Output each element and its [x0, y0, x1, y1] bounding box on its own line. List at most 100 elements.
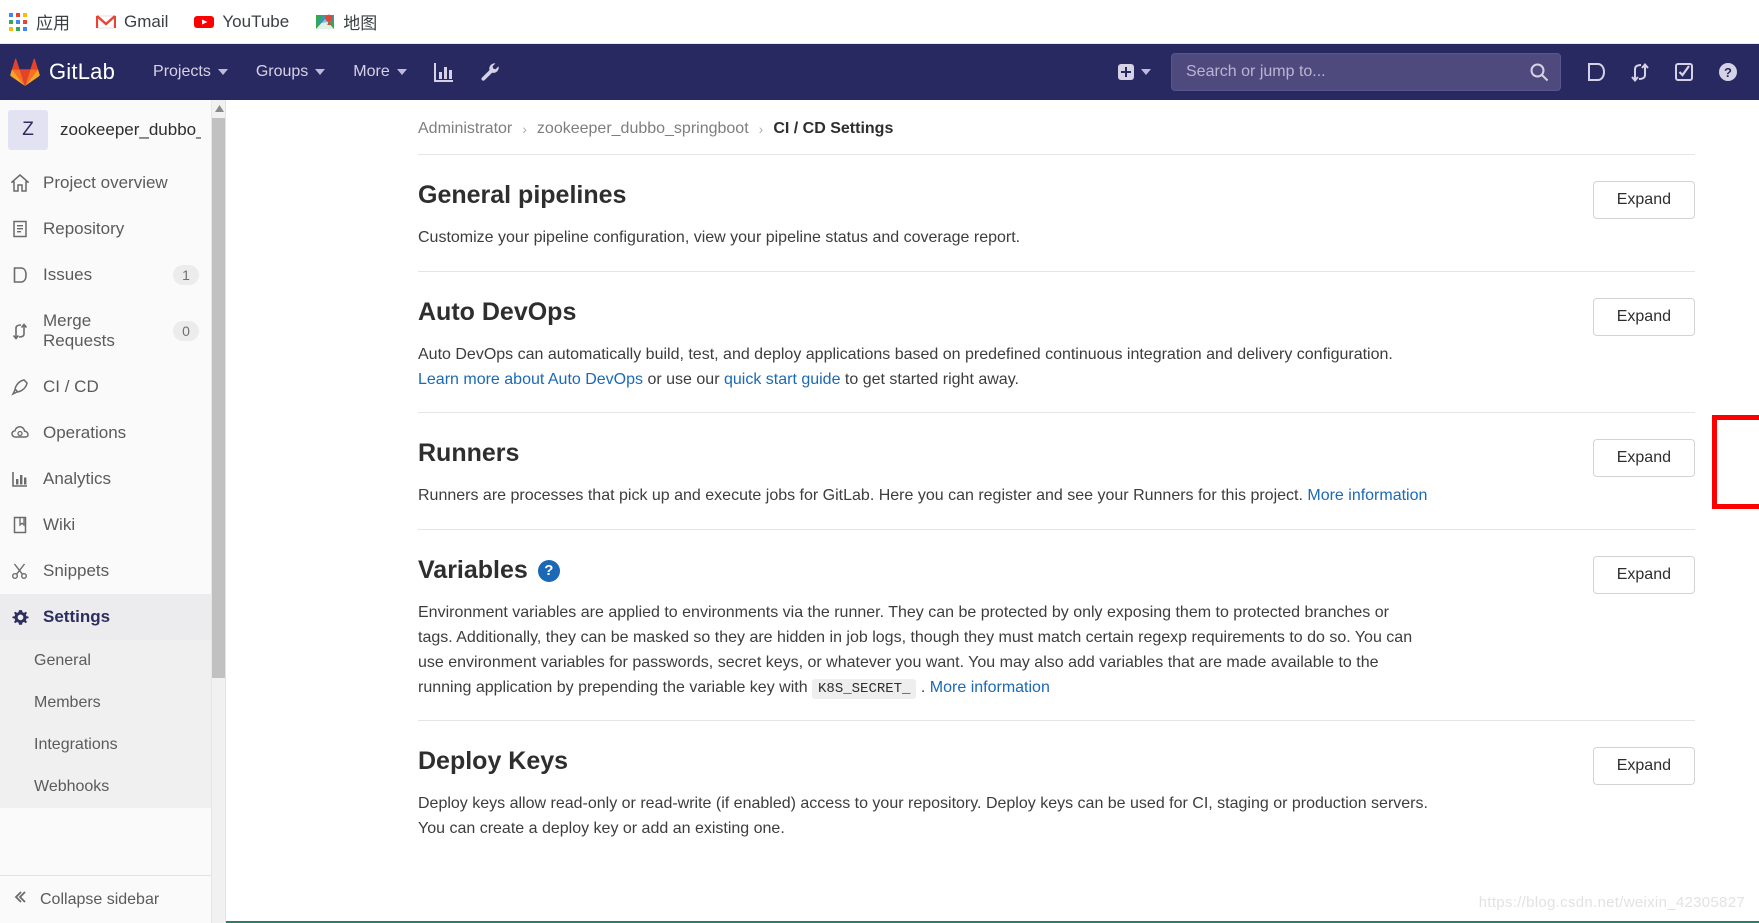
- breadcrumb: Administrator › zookeeper_dubbo_springbo…: [418, 100, 1695, 155]
- breadcrumb-item-administrator[interactable]: Administrator: [418, 120, 512, 138]
- bookmark-maps[interactable]: 地图: [315, 9, 377, 34]
- rocket-icon: [10, 378, 30, 396]
- nav-more-label: More: [353, 63, 390, 80]
- auto-devops-expand-button[interactable]: Expand: [1592, 297, 1695, 336]
- variables-expand-button[interactable]: Expand: [1592, 556, 1695, 595]
- search-input[interactable]: [1171, 53, 1561, 91]
- section-description: Customize your pipeline configuration, v…: [418, 226, 1428, 251]
- nav-more[interactable]: More: [341, 55, 418, 89]
- home-icon: [10, 174, 30, 192]
- sidebar-item-snippets[interactable]: Snippets: [0, 548, 211, 594]
- runners-expand-button[interactable]: Expand: [1592, 439, 1695, 478]
- sidebar-item-wiki[interactable]: Wiki: [0, 502, 211, 548]
- merge-requests-icon: [10, 322, 30, 340]
- gear-icon: [10, 608, 30, 627]
- bookmark-gmail[interactable]: Gmail: [96, 12, 168, 32]
- variables-more-information-link[interactable]: More information: [930, 679, 1050, 696]
- section-title: Variables ?: [418, 556, 1695, 585]
- chevron-down-icon: [1141, 69, 1151, 75]
- sidebar-project-header[interactable]: Z zookeeper_dubbo_sp...: [0, 100, 211, 160]
- breadcrumb-separator-icon: ›: [522, 121, 527, 137]
- sidebar-item-label: Wiki: [43, 515, 76, 534]
- chevron-down-icon: [315, 69, 326, 75]
- analytics-icon: [433, 63, 453, 82]
- nav-issues-button[interactable]: [1575, 51, 1617, 93]
- nav-admin-button[interactable]: [469, 51, 511, 93]
- cloud-gear-icon: [10, 424, 30, 442]
- section-title-text: Deploy Keys: [418, 747, 569, 776]
- document-icon: [10, 220, 30, 238]
- sidebar-item-merge-requests[interactable]: Merge Requests 0: [0, 298, 211, 364]
- sidebar-subitem-webhooks[interactable]: Webhooks: [0, 766, 211, 808]
- content-inner: Administrator › zookeeper_dubbo_springbo…: [226, 100, 1759, 862]
- desc-text: Runners are processes that pick up and e…: [418, 487, 1308, 505]
- desc-text: Auto DevOps can automatically build, tes…: [418, 345, 1393, 363]
- bookmark-label: YouTube: [222, 11, 290, 31]
- help-icon: ?: [1719, 63, 1737, 81]
- section-auto-devops: Auto DevOps Auto DevOps can automaticall…: [418, 272, 1695, 414]
- sidebar-item-ci-cd[interactable]: CI / CD: [0, 364, 211, 410]
- nav-groups[interactable]: Groups: [244, 55, 337, 89]
- sidebar-item-project-overview[interactable]: Project overview: [0, 160, 211, 206]
- nav-merge-requests-button[interactable]: [1619, 51, 1661, 93]
- nav-groups-label: Groups: [255, 63, 309, 80]
- sidebar-item-operations[interactable]: Operations: [0, 410, 211, 456]
- sidebar-subitem-members[interactable]: Members: [0, 682, 211, 724]
- bookmark-label: 应用: [36, 14, 70, 33]
- breadcrumb-item-project[interactable]: zookeeper_dubbo_springboot: [537, 120, 749, 138]
- chevron-down-icon: [217, 69, 228, 75]
- gmail-icon: [96, 14, 116, 28]
- gitlab-home-link[interactable]: GitLab: [6, 58, 123, 86]
- section-description: Auto DevOps can automatically build, tes…: [418, 343, 1428, 393]
- scroll-up-arrow-icon[interactable]: [212, 100, 225, 116]
- section-description: Deploy keys allow read-only or read-writ…: [418, 792, 1428, 842]
- section-title-text: Variables: [418, 556, 528, 585]
- merge-requests-icon: [1631, 62, 1649, 83]
- sidebar-item-label: Analytics: [43, 469, 112, 488]
- learn-more-auto-devops-link[interactable]: Learn more about Auto DevOps: [418, 371, 643, 388]
- nav-todos-button[interactable]: [1663, 51, 1705, 93]
- nav-help-button[interactable]: ?: [1707, 51, 1749, 93]
- runners-more-information-link[interactable]: More information: [1307, 487, 1427, 504]
- sidebar-subitem-integrations[interactable]: Integrations: [0, 724, 211, 766]
- youtube-icon: [194, 15, 215, 28]
- chart-icon: [10, 470, 30, 488]
- gitlab-navbar: GitLab Projects Groups More Search or ju…: [0, 44, 1759, 100]
- bookmark-label: Gmail: [124, 11, 169, 31]
- nav-projects[interactable]: Projects: [141, 55, 240, 89]
- create-new-button[interactable]: [1109, 57, 1159, 87]
- deploy-keys-expand-button[interactable]: Expand: [1592, 747, 1695, 786]
- sidebar-scrollbar[interactable]: [211, 100, 225, 923]
- sidebar-item-analytics[interactable]: Analytics: [0, 456, 211, 502]
- sidebar-subitem-general[interactable]: General: [0, 640, 211, 682]
- book-icon: [10, 516, 30, 534]
- section-runners: Runners Runners are processes that pick …: [418, 413, 1759, 531]
- section-title-text: General pipelines: [418, 181, 627, 209]
- navbar-links: Projects Groups More: [141, 51, 511, 93]
- sidebar-item-settings[interactable]: Settings: [0, 594, 211, 640]
- general-pipelines-expand-button[interactable]: Expand: [1592, 181, 1695, 219]
- sidebar-item-label: Repository: [43, 219, 125, 238]
- main-content: Administrator › zookeeper_dubbo_springbo…: [226, 100, 1759, 923]
- red-highlight-annotation: [1712, 415, 1759, 510]
- section-title: Auto DevOps: [418, 298, 1695, 327]
- section-title-text: Auto DevOps: [418, 297, 577, 326]
- variables-help-icon[interactable]: ?: [537, 559, 560, 582]
- issues-icon: [1588, 63, 1606, 81]
- sidebar-item-label: CI / CD: [43, 377, 99, 396]
- navbar-right-group: ?: [1109, 51, 1749, 93]
- desc-text: Customize your pipeline configuration, v…: [418, 229, 1021, 246]
- project-name: zookeeper_dubbo_sp...: [60, 120, 201, 139]
- nav-projects-label: Projects: [153, 63, 211, 80]
- bookmark-youtube[interactable]: YouTube: [194, 12, 289, 32]
- section-title: General pipelines: [418, 181, 1695, 210]
- sidebar-item-issues[interactable]: Issues 1: [0, 252, 211, 298]
- collapse-sidebar-button[interactable]: Collapse sidebar: [0, 875, 225, 923]
- sidebar-scrollbar-thumb[interactable]: [212, 118, 225, 678]
- sidebar-item-label: Settings: [43, 607, 111, 626]
- nav-analytics-button[interactable]: [423, 51, 465, 93]
- bookmark-apps[interactable]: 应用: [8, 9, 70, 34]
- quick-start-guide-link[interactable]: quick start guide: [724, 371, 841, 388]
- search-container: [1171, 53, 1561, 91]
- sidebar-item-repository[interactable]: Repository: [0, 206, 211, 252]
